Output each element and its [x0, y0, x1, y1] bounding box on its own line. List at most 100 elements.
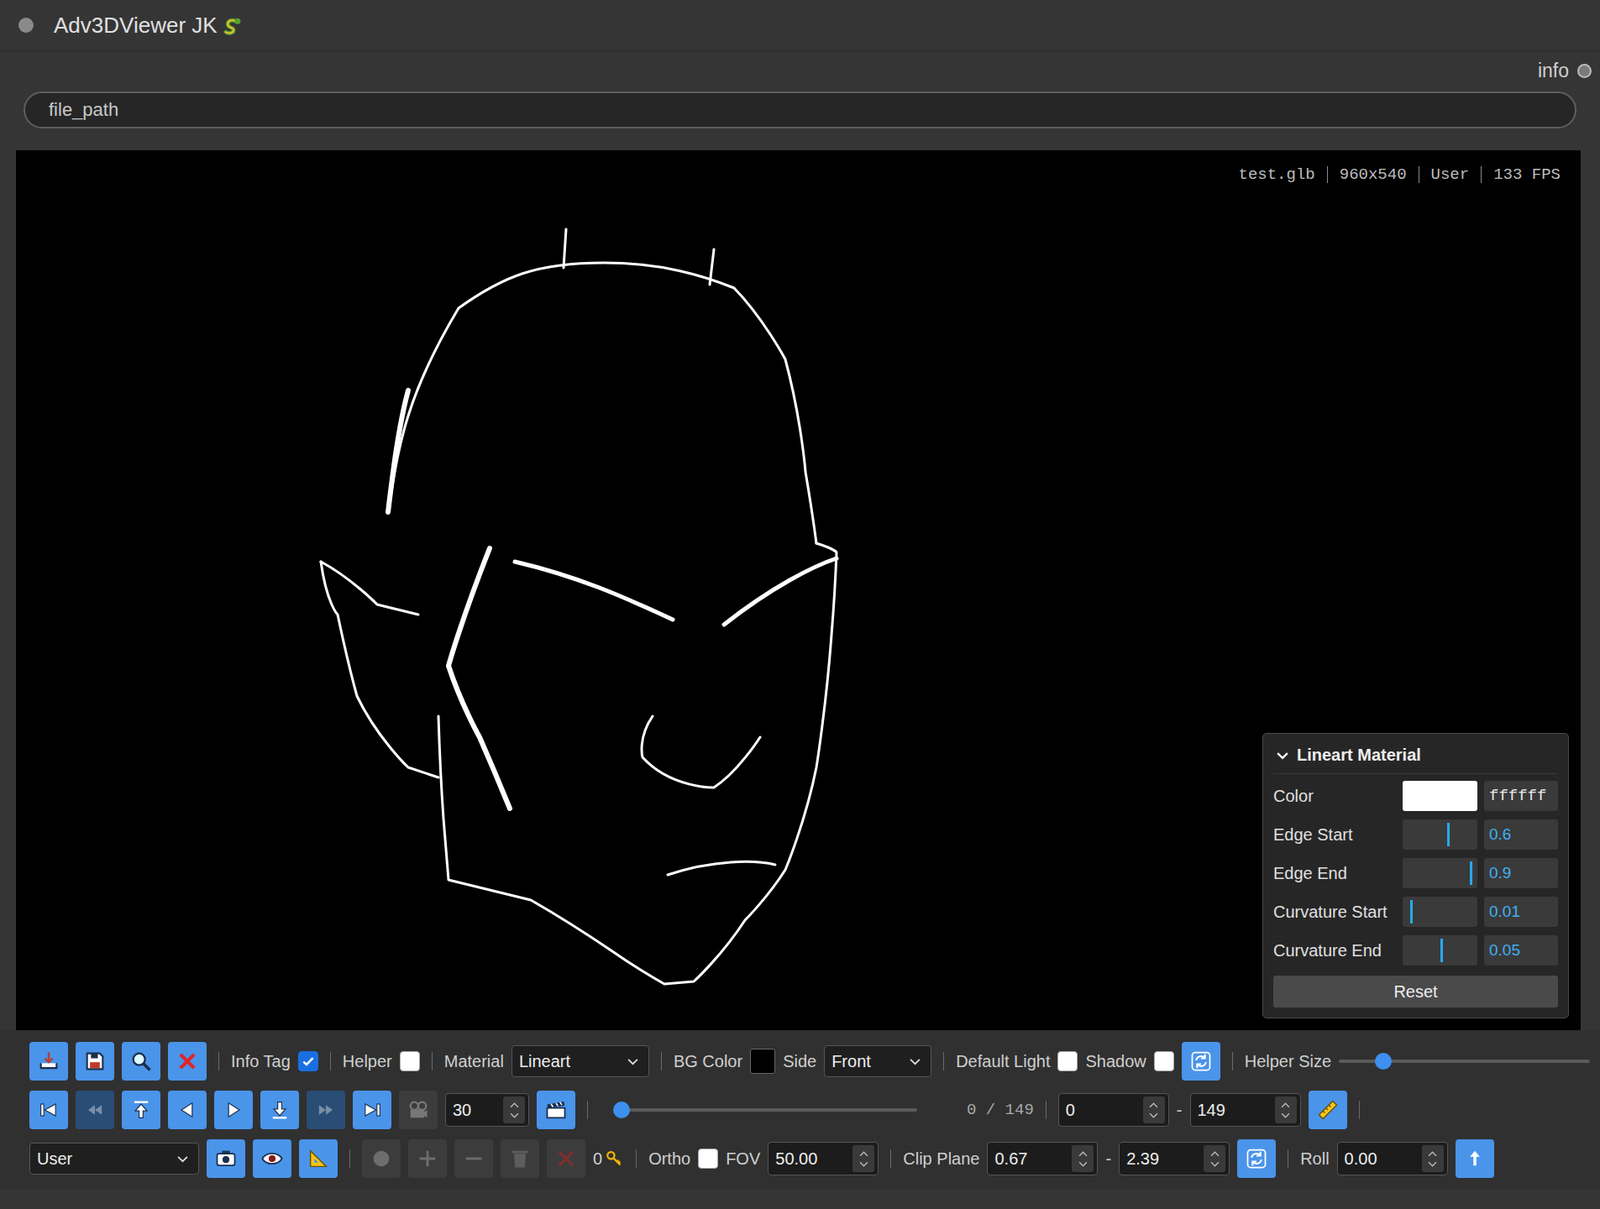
transport-button[interactable] — [167, 1091, 207, 1130]
color-swatch[interactable] — [1402, 781, 1478, 812]
color-hex-input[interactable]: ffffff — [1484, 781, 1559, 812]
file-button[interactable] — [167, 1042, 207, 1081]
roll-label: Roll — [1300, 1149, 1329, 1170]
slider-row: Edge End0.9 — [1273, 858, 1559, 889]
set-square-icon — [306, 1147, 331, 1171]
spin-buttons[interactable] — [503, 1096, 525, 1124]
info-separator — [1327, 166, 1328, 184]
close-icon — [175, 1049, 200, 1074]
spin-buttons[interactable] — [1421, 1145, 1444, 1173]
helper-size-slider[interactable] — [1338, 1051, 1590, 1072]
default-light-checkbox[interactable] — [1057, 1051, 1078, 1072]
slider-value-input[interactable]: 0.05 — [1484, 935, 1559, 966]
output-socket[interactable] — [1577, 63, 1592, 79]
side-label: Side — [782, 1052, 817, 1072]
file-button[interactable] — [75, 1042, 115, 1081]
clip-near-input[interactable]: 0.67 — [986, 1142, 1098, 1176]
keyframe-button — [361, 1139, 401, 1179]
slider[interactable] — [1402, 819, 1478, 850]
slider-value-input[interactable]: 0.01 — [1484, 897, 1559, 928]
divider — [349, 1149, 351, 1169]
spin-buttons[interactable] — [1203, 1145, 1226, 1173]
shadow-checkbox[interactable] — [1154, 1051, 1175, 1072]
fov-value: 50.00 — [775, 1149, 818, 1170]
ortho-label: Ortho — [648, 1149, 691, 1170]
helper-label: Helper — [342, 1052, 393, 1072]
view-button[interactable] — [252, 1139, 292, 1179]
material-panel-header[interactable]: Lineart Material — [1273, 740, 1559, 775]
eye-icon — [260, 1147, 284, 1171]
collapse-dot[interactable] — [18, 17, 34, 33]
file-button[interactable] — [29, 1042, 69, 1081]
range-end-input[interactable]: 149 — [1190, 1093, 1301, 1128]
roll-input[interactable]: 0.00 — [1337, 1142, 1448, 1176]
slider[interactable] — [1402, 935, 1478, 966]
divider — [1287, 1149, 1289, 1169]
slider-value-input[interactable]: 0.9 — [1484, 858, 1559, 889]
chevron-down-icon — [1078, 1161, 1088, 1168]
next-key-icon — [314, 1098, 338, 1123]
color-label: Color — [1273, 786, 1396, 807]
view-button[interactable] — [206, 1139, 246, 1179]
bg-color-swatch[interactable] — [750, 1049, 776, 1075]
slider-value-input[interactable]: 0.6 — [1484, 819, 1559, 850]
slider[interactable] — [1402, 897, 1478, 928]
frame-step-input[interactable]: 30 — [445, 1093, 530, 1128]
slider[interactable] — [1402, 858, 1478, 889]
slider-thumb[interactable] — [1374, 1053, 1392, 1071]
clip-far-value: 2.39 — [1126, 1149, 1160, 1170]
slider-thumb[interactable] — [613, 1101, 630, 1119]
last-frame-icon — [360, 1098, 384, 1123]
ortho-checkbox[interactable] — [697, 1148, 719, 1170]
view-button[interactable] — [299, 1139, 338, 1179]
side-select-value: Front — [831, 1052, 871, 1072]
transport-button[interactable] — [214, 1091, 253, 1130]
transport-button[interactable] — [260, 1091, 300, 1130]
transport-button[interactable] — [352, 1091, 392, 1130]
file-path-input[interactable]: file_path — [23, 91, 1577, 129]
camera-select[interactable]: User — [29, 1143, 200, 1176]
spin-buttons[interactable] — [1071, 1145, 1094, 1173]
clip-refresh-button[interactable] — [1237, 1139, 1276, 1179]
chevron-down-icon — [859, 1161, 869, 1168]
default-light-label: Default Light — [955, 1052, 1050, 1072]
fov-input[interactable]: 50.00 — [767, 1142, 879, 1176]
range-start-input[interactable]: 0 — [1058, 1093, 1170, 1128]
chevron-down-icon — [177, 1155, 189, 1164]
toolbar-row: 300 / 1490-149 — [29, 1091, 1590, 1130]
spin-buttons[interactable] — [1143, 1096, 1165, 1124]
material-select[interactable]: Lineart — [511, 1045, 650, 1078]
chevron-down-icon — [509, 1112, 520, 1119]
file-button[interactable] — [121, 1042, 161, 1081]
film-camera-icon — [406, 1098, 431, 1123]
reset-button[interactable]: Reset — [1273, 975, 1559, 1008]
side-select[interactable]: Front — [823, 1045, 932, 1078]
timeline-slider[interactable] — [614, 1100, 918, 1121]
transport-button — [398, 1091, 438, 1130]
clip-far-input[interactable]: 2.39 — [1118, 1142, 1230, 1176]
info-tag-checkbox[interactable] — [298, 1051, 319, 1072]
divider — [587, 1101, 588, 1120]
helper-checkbox[interactable] — [399, 1051, 420, 1072]
save-icon — [83, 1049, 107, 1074]
slider-marker — [1440, 939, 1443, 963]
check-icon — [300, 1054, 316, 1070]
measure-button[interactable] — [1308, 1091, 1348, 1130]
viewport[interactable]: test.glb960x540User133 FPSLineart Materi… — [15, 150, 1581, 1031]
transport-button[interactable] — [29, 1091, 69, 1130]
chevron-down-icon — [1210, 1161, 1220, 1168]
title-bar[interactable]: Adv3DViewer JK — [0, 0, 1600, 52]
output-label: info — [1537, 59, 1569, 83]
spin-buttons[interactable] — [852, 1145, 875, 1173]
slider-row: Edge Start0.6 — [1273, 819, 1559, 850]
viewer-node: Adv3DViewer JK info file_path test.glb960x5… — [0, 0, 1600, 1209]
up-vector-button[interactable] — [1455, 1139, 1495, 1179]
chevron-down-icon — [909, 1058, 921, 1066]
camera-select-value: User — [36, 1149, 73, 1170]
down-key-icon — [267, 1098, 292, 1123]
light-refresh-button[interactable] — [1181, 1042, 1221, 1081]
spin-buttons[interactable] — [1274, 1096, 1297, 1124]
bg-color-label: BG Color — [673, 1052, 743, 1072]
transport-button[interactable] — [121, 1091, 161, 1130]
render-button[interactable] — [536, 1091, 576, 1130]
